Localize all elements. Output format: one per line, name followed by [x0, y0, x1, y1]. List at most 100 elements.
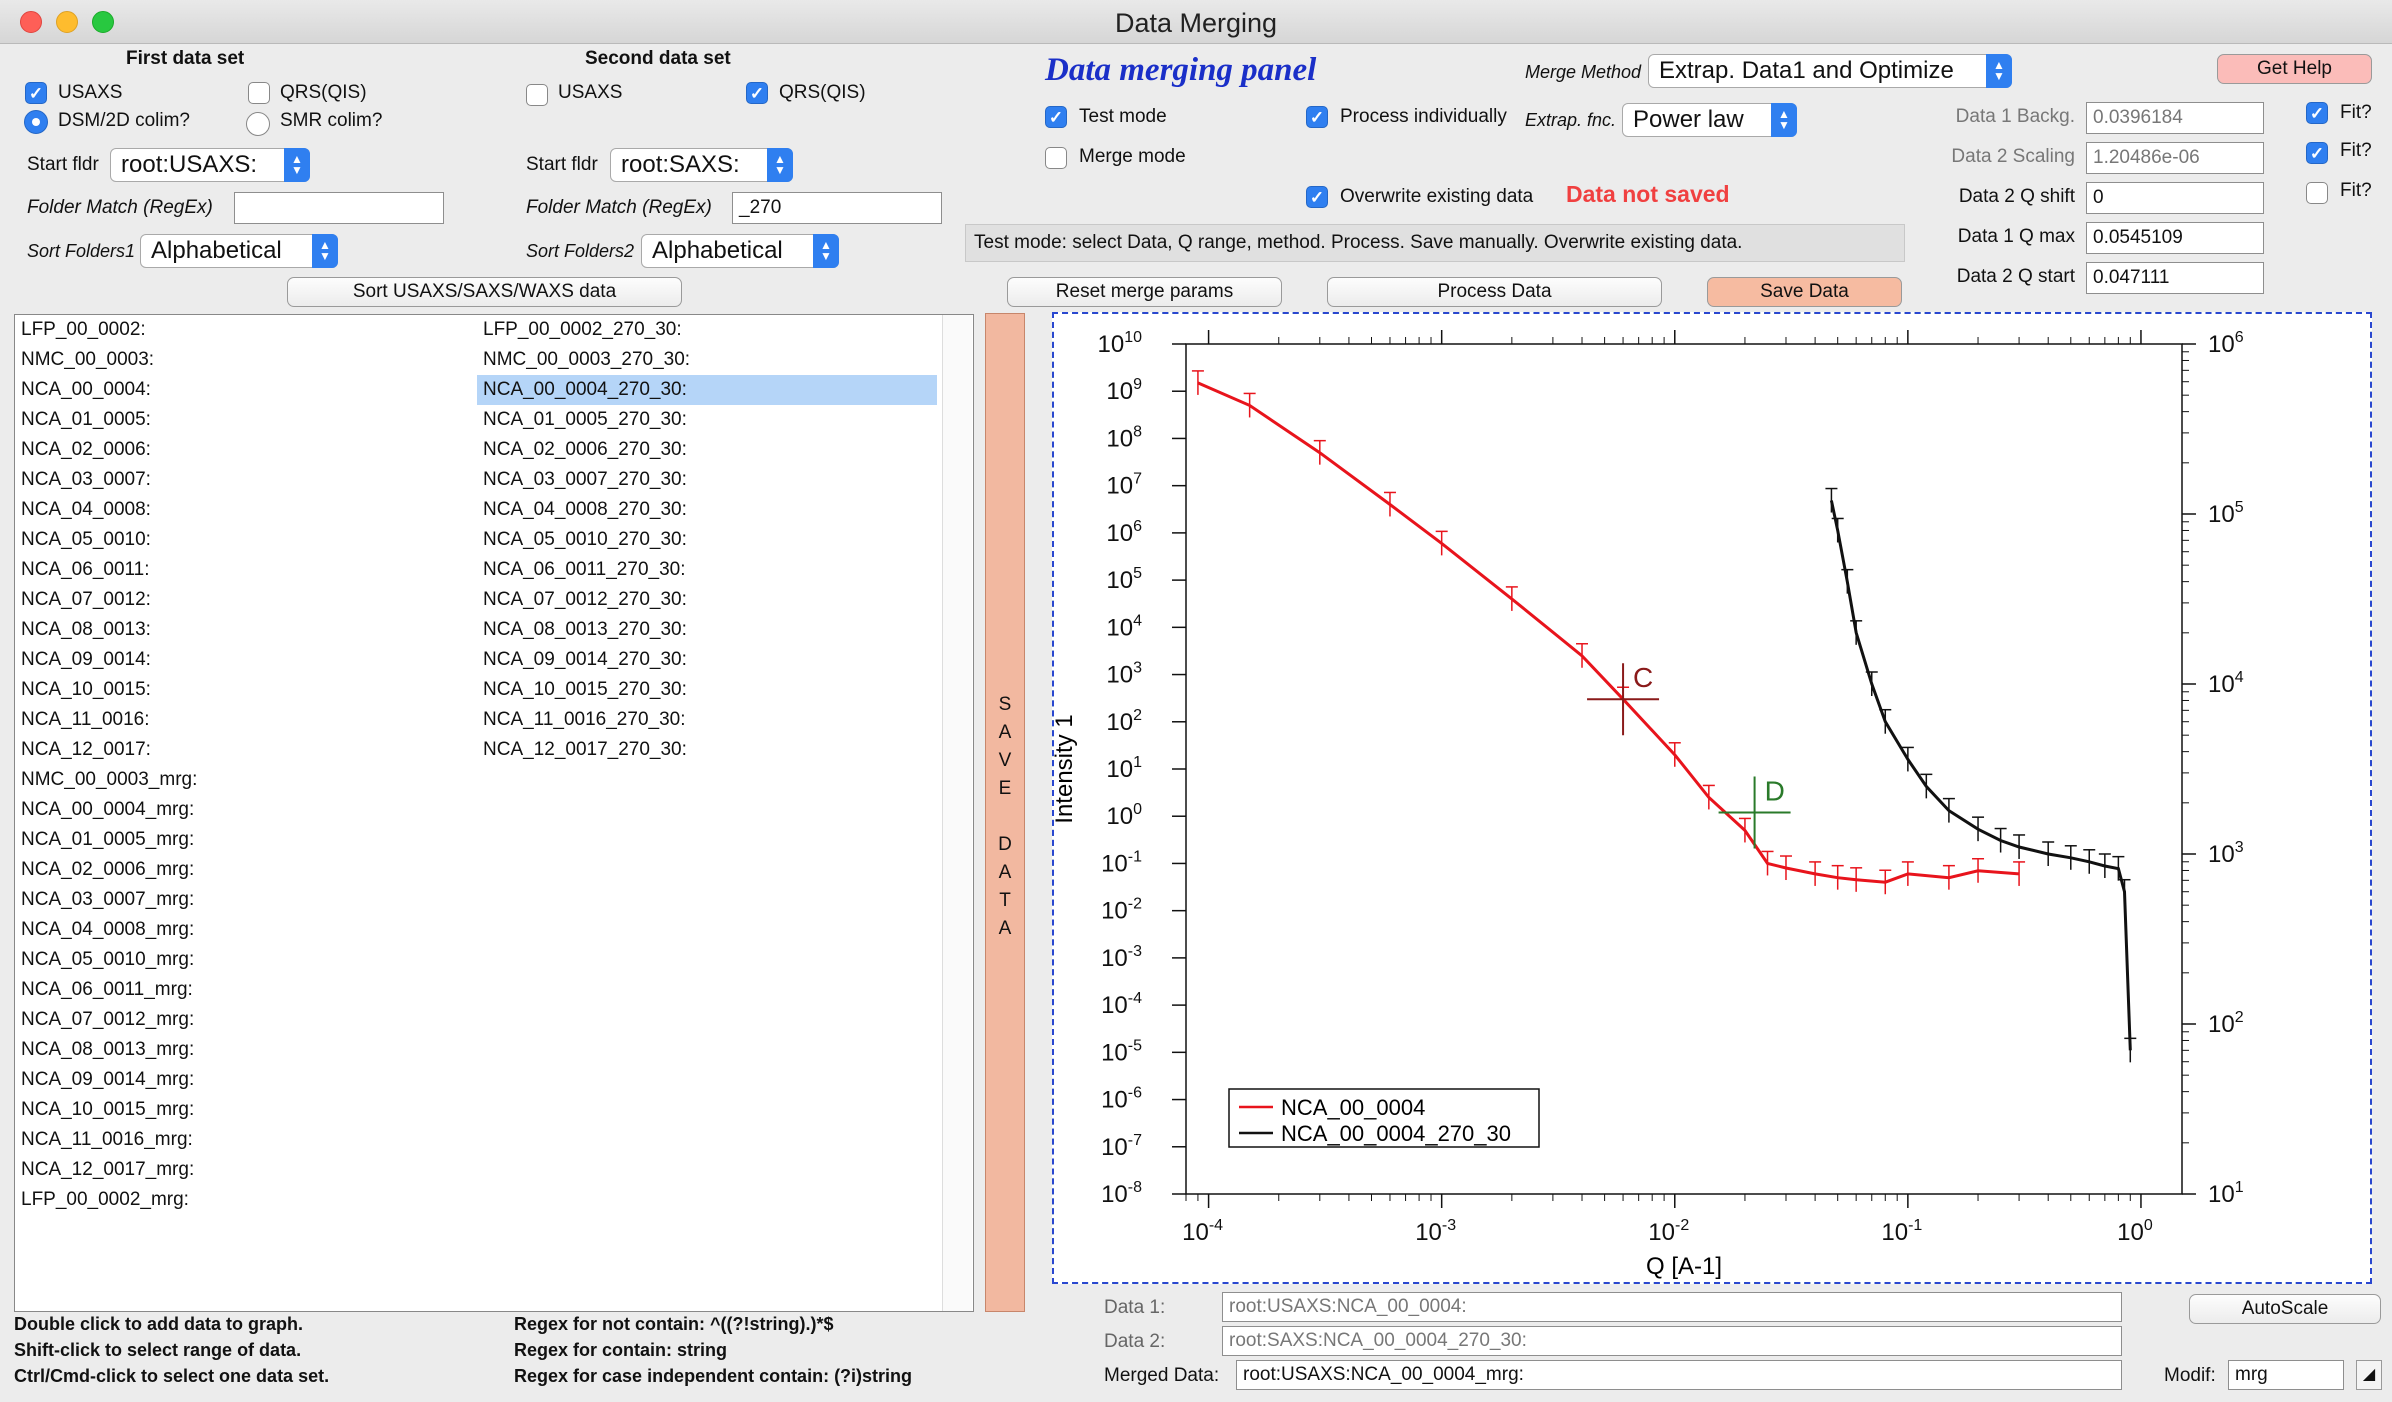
merge-method-select[interactable]: Extrap. Data1 and Optimize ▲ ▼: [1648, 54, 2012, 88]
y-tick-label: 10-1: [1101, 848, 1142, 877]
list-item[interactable]: NCA_00_0004:: [15, 375, 475, 405]
first-start-folder-select[interactable]: root:USAXS: ▲ ▼: [110, 148, 310, 182]
data2-qshift-input[interactable]: 0: [2086, 182, 2264, 214]
list-item[interactable]: NCA_10_0015_mrg:: [15, 1095, 475, 1125]
merge-mode-checkbox[interactable]: [1045, 147, 1067, 169]
modif-input[interactable]: mrg: [2228, 1360, 2344, 1390]
save-data-button[interactable]: Save Data: [1707, 277, 1902, 307]
list-item[interactable]: NCA_12_0017:: [15, 735, 475, 765]
list-item[interactable]: NCA_04_0008:: [15, 495, 475, 525]
list-item[interactable]: NCA_09_0014_270_30:: [477, 645, 937, 675]
list-item[interactable]: LFP_00_0002:: [15, 315, 475, 345]
overwrite-existing-checkbox[interactable]: [1306, 186, 1328, 208]
y2-tick-label: 105: [2208, 499, 2244, 528]
list-item[interactable]: NCA_09_0014:: [15, 645, 475, 675]
list-item[interactable]: NCA_10_0015:: [15, 675, 475, 705]
second-usaxs-checkbox[interactable]: [526, 84, 548, 106]
sort-usaxs-saxs-waxs-button[interactable]: Sort USAXS/SAXS/WAXS data: [287, 277, 682, 307]
list-item[interactable]: NCA_03_0007:: [15, 465, 475, 495]
resize-grip-icon[interactable]: ◢: [2356, 1360, 2382, 1390]
chevron-updown-icon: ▲ ▼: [813, 234, 839, 268]
list-item[interactable]: NCA_07_0012:: [15, 585, 475, 615]
second-start-folder-label: Start fldr: [526, 154, 598, 175]
sort-folders1-select[interactable]: Alphabetical ▲ ▼: [140, 234, 338, 268]
fit-scaling-checkbox[interactable]: [2306, 142, 2328, 164]
plot-area[interactable]: 10-4 10-3 10-2 10-1 100 10-8 10-7 10-6 10-5 10-4 1…: [1051, 312, 2372, 1284]
list-item[interactable]: NMC_00_0003_mrg:: [15, 765, 475, 795]
dsm-2d-colim-radio[interactable]: [24, 110, 48, 134]
sort-folders1-value: Alphabetical: [151, 237, 282, 264]
data1-qmax-label: Data 1 Q max: [1957, 226, 2075, 247]
smr-colim-radio[interactable]: [246, 112, 270, 136]
extrap-fnc-select[interactable]: Power law ▲ ▼: [1622, 103, 1797, 137]
list-item[interactable]: NCA_01_0005_mrg:: [15, 825, 475, 855]
y-tick-label: 107: [1106, 471, 1142, 500]
list-item[interactable]: NCA_09_0014_mrg:: [15, 1065, 475, 1095]
list-item[interactable]: NCA_02_0006_mrg:: [15, 855, 475, 885]
list-item[interactable]: NCA_03_0007_270_30:: [477, 465, 937, 495]
second-usaxs-label: USAXS: [558, 82, 623, 103]
merged-data-field[interactable]: root:USAXS:NCA_00_0004_mrg:: [1236, 1360, 2122, 1390]
fit-qshift-checkbox[interactable]: [2306, 182, 2328, 204]
list-scrollbar[interactable]: [942, 315, 972, 1311]
sort-folders2-value: Alphabetical: [652, 237, 783, 264]
x-tick-label: 100: [2117, 1217, 2153, 1246]
second-folder-match-label: Folder Match (RegEx): [526, 197, 712, 218]
process-individually-checkbox[interactable]: [1306, 106, 1328, 128]
first-qrs-checkbox[interactable]: [248, 82, 270, 104]
list-item[interactable]: NCA_11_0016_270_30:: [477, 705, 937, 735]
fit-background-checkbox[interactable]: [2306, 102, 2328, 124]
list-item[interactable]: NCA_06_0011:: [15, 555, 475, 585]
list-item[interactable]: NCA_08_0013:: [15, 615, 475, 645]
list-item[interactable]: NCA_11_0016_mrg:: [15, 1125, 475, 1155]
list-item[interactable]: NCA_08_0013_270_30:: [477, 615, 937, 645]
test-mode-checkbox[interactable]: [1045, 106, 1067, 128]
list-item[interactable]: NMC_00_0003:: [15, 345, 475, 375]
list-item[interactable]: NCA_01_0005_270_30:: [477, 405, 937, 435]
list-item[interactable]: NCA_00_0004_mrg:: [15, 795, 475, 825]
list-item[interactable]: NCA_05_0010_mrg:: [15, 945, 475, 975]
list-item[interactable]: NCA_10_0015_270_30:: [477, 675, 937, 705]
data2-path-field[interactable]: root:SAXS:NCA_00_0004_270_30:: [1222, 1326, 2122, 1356]
list-item[interactable]: NCA_07_0012_mrg:: [15, 1005, 475, 1035]
list-item[interactable]: LFP_00_0002_mrg:: [15, 1185, 475, 1215]
second-folder-match-input[interactable]: _270: [732, 192, 942, 224]
first-usaxs-checkbox[interactable]: [25, 82, 47, 104]
autoscale-button[interactable]: AutoScale: [2189, 1294, 2381, 1324]
list-item[interactable]: NCA_11_0016:: [15, 705, 475, 735]
list-item[interactable]: NCA_04_0008_mrg:: [15, 915, 475, 945]
list-item[interactable]: NCA_07_0012_270_30:: [477, 585, 937, 615]
data2-qstart-input[interactable]: 0.047111: [2086, 262, 2264, 294]
list-item[interactable]: NCA_02_0006:: [15, 435, 475, 465]
list-item[interactable]: LFP_00_0002_270_30:: [477, 315, 937, 345]
sort-folders2-select[interactable]: Alphabetical ▲ ▼: [641, 234, 839, 268]
list-item[interactable]: NCA_05_0010_270_30:: [477, 525, 937, 555]
data1-qmax-input[interactable]: 0.0545109: [2086, 222, 2264, 254]
data1-background-input[interactable]: 0.0396184: [2086, 102, 2264, 134]
data1-path-field[interactable]: root:USAXS:NCA_00_0004:: [1222, 1292, 2122, 1322]
list-item[interactable]: NCA_06_0011_270_30:: [477, 555, 937, 585]
data2-scaling-input[interactable]: 1.20486e-06: [2086, 142, 2264, 174]
list-item[interactable]: NCA_12_0017_mrg:: [15, 1155, 475, 1185]
list-item[interactable]: NCA_01_0005:: [15, 405, 475, 435]
legend-entry: NCA_00_0004_270_30: [1281, 1121, 1511, 1146]
list-item[interactable]: NCA_06_0011_mrg:: [15, 975, 475, 1005]
get-help-button[interactable]: Get Help: [2217, 54, 2372, 84]
second-start-folder-select[interactable]: root:SAXS: ▲ ▼: [610, 148, 793, 182]
list-item[interactable]: NCA_04_0008_270_30:: [477, 495, 937, 525]
list-item[interactable]: NMC_00_0003_270_30:: [477, 345, 937, 375]
second-qrs-checkbox[interactable]: [746, 82, 768, 104]
first-folder-match-input[interactable]: [234, 192, 444, 224]
list-item[interactable]: NCA_02_0006_270_30:: [477, 435, 937, 465]
list-item[interactable]: NCA_03_0007_mrg:: [15, 885, 475, 915]
list-item[interactable]: NCA_00_0004_270_30:: [477, 375, 937, 405]
save-bar-letter: A: [998, 862, 1012, 883]
process-data-button[interactable]: Process Data: [1327, 277, 1662, 307]
process-individually-label: Process individually: [1340, 106, 1507, 127]
list-item[interactable]: NCA_05_0010:: [15, 525, 475, 555]
list-item[interactable]: NCA_08_0013_mrg:: [15, 1035, 475, 1065]
save-data-side-button[interactable]: SAVEDATA: [985, 313, 1025, 1312]
reset-merge-params-button[interactable]: Reset merge params: [1007, 277, 1282, 307]
list-item[interactable]: NCA_12_0017_270_30:: [477, 735, 937, 765]
y-tick-label: 10-7: [1101, 1132, 1142, 1161]
